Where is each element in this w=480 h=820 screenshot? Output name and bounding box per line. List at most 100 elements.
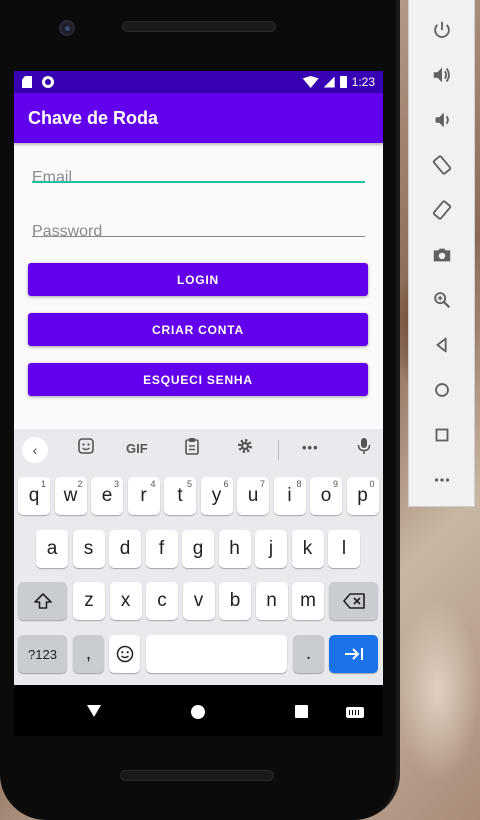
login-button[interactable]: LOGIN — [28, 263, 368, 296]
key-label: w — [63, 485, 78, 506]
battery-icon — [339, 76, 347, 88]
key-hint: 9 — [332, 479, 338, 489]
key-hint: 3 — [113, 479, 119, 489]
period-key[interactable]: . — [293, 635, 324, 673]
key-u[interactable]: 7u — [237, 477, 269, 515]
keyboard-switch-icon[interactable] — [346, 707, 364, 718]
gear-icon[interactable] — [236, 437, 254, 458]
key-v[interactable]: v — [182, 582, 215, 620]
login-form: LOGIN CRIAR CONTA ESQUECI SENHA — [14, 147, 383, 396]
speaker-grille — [122, 21, 276, 32]
emulator-toolbar — [408, 0, 475, 507]
key-label: o — [320, 485, 332, 506]
key-q[interactable]: 1q — [18, 477, 50, 515]
key-a[interactable]: a — [36, 530, 68, 568]
key-c[interactable]: c — [146, 582, 178, 620]
key-t[interactable]: 5t — [164, 477, 196, 515]
status-time: 1:23 — [351, 75, 375, 89]
key-j[interactable]: j — [255, 530, 287, 568]
navigation-bar — [14, 685, 383, 736]
key-h[interactable]: h — [218, 530, 251, 568]
zoom-icon[interactable] — [409, 280, 474, 320]
email-field-underline — [32, 181, 365, 183]
create-account-button[interactable]: CRIAR CONTA — [28, 313, 368, 346]
power-icon[interactable] — [409, 10, 474, 50]
shift-key[interactable] — [18, 582, 67, 620]
background-shape — [395, 600, 480, 780]
status-bar: 1:23 — [14, 71, 383, 93]
password-field[interactable] — [32, 201, 365, 241]
key-l[interactable]: l — [328, 530, 360, 568]
key-label: i — [287, 485, 292, 506]
signal-icon — [323, 76, 335, 88]
chevron-left-icon[interactable]: ‹ — [22, 437, 48, 463]
toolbar-divider — [278, 440, 279, 460]
key-hint: 6 — [223, 479, 229, 489]
key-label: q — [28, 485, 40, 506]
key-p[interactable]: 0p — [346, 477, 379, 515]
key-x[interactable]: x — [109, 582, 142, 620]
device-frame: 1:23 Chave de Roda LOGIN CRIAR CONTA ESQ… — [0, 0, 400, 820]
space-key[interactable] — [146, 635, 287, 673]
key-b[interactable]: b — [219, 582, 251, 620]
soft-keyboard: ‹ GIF ••• 1q2w3e4r5t6y7u8i9o0p asdfghjk — [14, 429, 383, 685]
key-hint: 2 — [77, 479, 83, 489]
key-d[interactable]: d — [109, 530, 141, 568]
key-hint: 1 — [40, 479, 46, 489]
gif-button[interactable]: GIF — [126, 441, 148, 456]
app-bar: Chave de Roda — [14, 93, 383, 143]
overview-icon[interactable] — [409, 415, 474, 455]
speaker-grille — [120, 770, 274, 781]
back-icon[interactable] — [409, 325, 474, 365]
key-label: t — [177, 485, 183, 506]
key-hint: 8 — [296, 479, 302, 489]
emoji-key[interactable] — [109, 635, 140, 673]
key-m[interactable]: m — [292, 582, 324, 620]
front-camera — [59, 20, 75, 36]
volume-up-icon[interactable] — [409, 55, 474, 95]
sync-icon — [42, 76, 54, 88]
more-icon[interactable] — [409, 460, 474, 500]
device-screen: 1:23 Chave de Roda LOGIN CRIAR CONTA ESQ… — [14, 71, 383, 736]
rotate-left-icon[interactable] — [409, 145, 474, 185]
forgot-password-button[interactable]: ESQUECI SENHA — [28, 363, 368, 396]
nav-home-icon[interactable] — [191, 705, 205, 719]
key-o[interactable]: 9o — [310, 477, 342, 515]
sd-card-icon — [22, 76, 32, 88]
key-z[interactable]: z — [73, 582, 105, 620]
nav-back-icon[interactable] — [87, 705, 101, 717]
sticker-icon[interactable] — [77, 437, 95, 458]
key-hint: 0 — [369, 479, 375, 489]
key-g[interactable]: g — [182, 530, 214, 568]
key-label: e — [101, 485, 113, 506]
key-i[interactable]: 8i — [273, 477, 306, 515]
key-r[interactable]: 4r — [127, 477, 160, 515]
key-s[interactable]: s — [72, 530, 105, 568]
microphone-icon[interactable] — [357, 437, 371, 458]
key-w[interactable]: 2w — [54, 477, 87, 515]
nav-recent-apps-icon[interactable] — [295, 705, 308, 718]
key-f[interactable]: f — [145, 530, 178, 568]
rotate-right-icon[interactable] — [409, 190, 474, 230]
keyboard-toolbar: ‹ GIF ••• — [14, 429, 383, 471]
key-k[interactable]: k — [291, 530, 324, 568]
comma-key[interactable]: , — [73, 635, 104, 673]
more-options-button[interactable]: ••• — [302, 440, 319, 455]
key-hint: 7 — [259, 479, 265, 489]
key-y[interactable]: 6y — [200, 477, 233, 515]
key-label: u — [247, 485, 259, 506]
key-label: r — [140, 485, 147, 506]
app-title: Chave de Roda — [28, 107, 159, 128]
key-n[interactable]: n — [255, 582, 288, 620]
volume-down-icon[interactable] — [409, 100, 474, 140]
symbols-key[interactable]: ?123 — [18, 635, 67, 673]
key-label: p — [357, 485, 368, 506]
backspace-key[interactable] — [329, 582, 378, 620]
key-e[interactable]: 3e — [91, 477, 123, 515]
home-icon[interactable] — [409, 370, 474, 410]
clipboard-icon[interactable] — [184, 437, 200, 458]
password-field-underline — [32, 236, 365, 237]
enter-key[interactable] — [329, 635, 378, 673]
camera-icon[interactable] — [409, 235, 474, 275]
password-field-wrapper — [32, 201, 365, 251]
